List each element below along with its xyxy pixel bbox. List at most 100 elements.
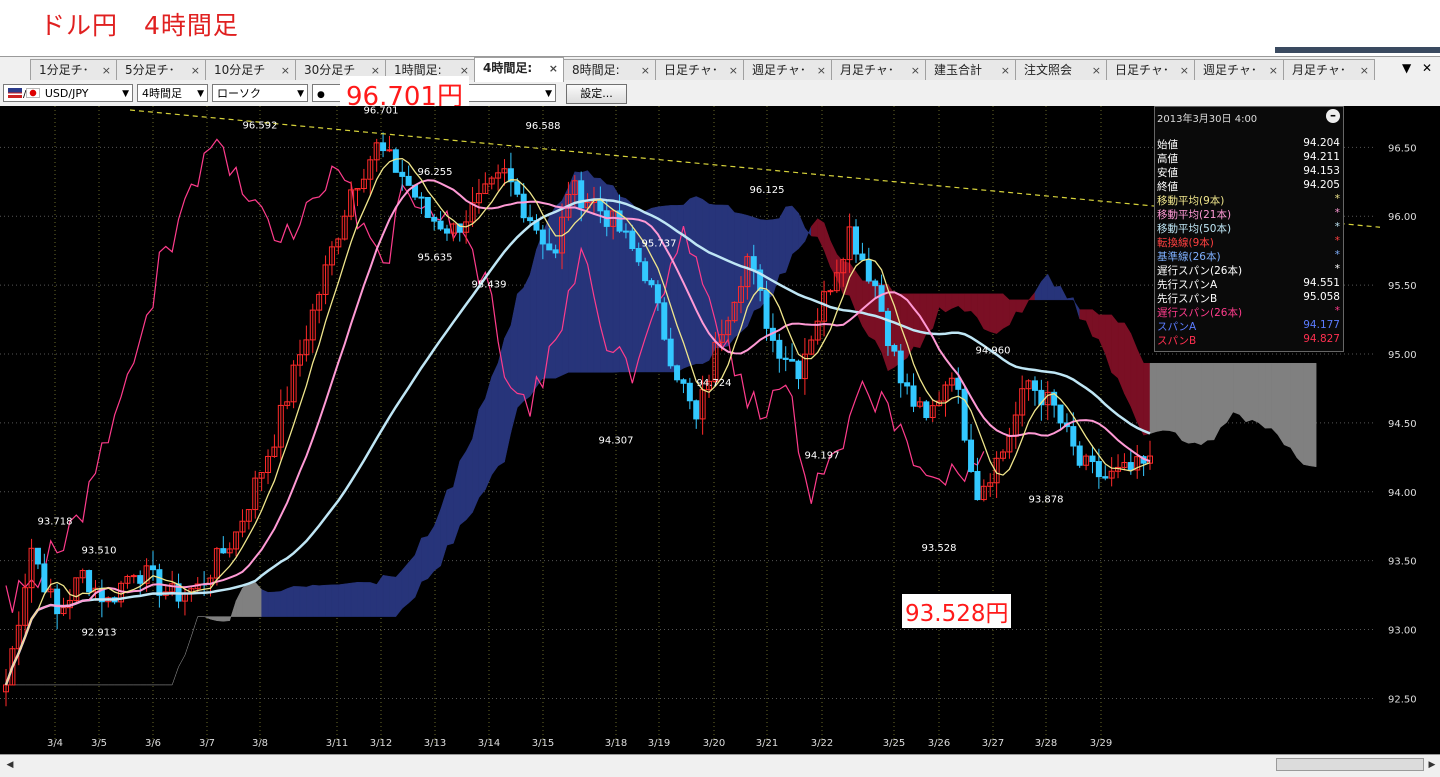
- tab-2[interactable]: 5分足チ･ ×: [116, 59, 206, 80]
- candle-body: [776, 339, 783, 359]
- candle-body: [782, 357, 789, 360]
- chart-type-select[interactable]: ローソク ▼: [212, 84, 308, 102]
- info-label: 移動平均(50本): [1157, 223, 1232, 235]
- ichimoku-cloud-segment: [1105, 314, 1112, 373]
- tab-close-icon[interactable]: ×: [102, 60, 111, 80]
- ichimoku-cloud-segment: [1309, 362, 1317, 468]
- ichimoku-cloud-segment: [414, 537, 422, 598]
- ichimoku-cloud-segment: [1066, 297, 1074, 301]
- ichimoku-cloud-segment: [836, 253, 844, 295]
- tab-14[interactable]: 週足チャ･ ×: [1194, 59, 1284, 80]
- candle-body: [629, 230, 636, 249]
- info-row: 移動平均(50本) *: [1157, 221, 1340, 235]
- info-row: 先行スパンB 95.058: [1157, 291, 1340, 305]
- candle-body: [41, 563, 48, 593]
- ichimoku-cloud-segment: [958, 293, 965, 313]
- ichimoku-cloud-segment: [913, 293, 921, 349]
- tab-3[interactable]: 10分足チ ×: [205, 59, 296, 80]
- ichimoku-cloud-segment: [689, 196, 697, 367]
- currency-pair-label: USD/JPY: [44, 87, 89, 100]
- ichimoku-cloud-segment: [811, 217, 818, 237]
- candle-body: [597, 199, 604, 212]
- x-tick-label: 3/27: [982, 738, 1004, 749]
- tab-12[interactable]: 注文照会 ×: [1015, 59, 1107, 80]
- x-tick-label: 3/8: [252, 738, 268, 749]
- candle-body: [693, 400, 700, 420]
- settings-button[interactable]: 設定...: [566, 84, 627, 104]
- tab-label: 日足チャ･: [1115, 63, 1169, 77]
- candle-body: [795, 360, 802, 380]
- tab-7[interactable]: 8時間足: ×: [563, 59, 656, 80]
- price-annotation: 96.592: [243, 121, 278, 132]
- tab-close-icon[interactable]: ×: [549, 58, 558, 79]
- tab-close-icon[interactable]: ×: [191, 60, 200, 80]
- scroll-left-icon[interactable]: ◀: [2, 757, 18, 773]
- info-value: *: [1334, 207, 1340, 219]
- tab-close-icon[interactable]: ×: [911, 60, 920, 80]
- tab-close-icon[interactable]: ×: [1092, 60, 1101, 80]
- currency-pair-select[interactable]: / USD/JPY ▼: [3, 84, 133, 102]
- tab-9[interactable]: 週足チャ･ ×: [743, 59, 832, 80]
- tab-close-icon[interactable]: ×: [1180, 60, 1189, 80]
- ichimoku-cloud-segment: [1194, 362, 1202, 446]
- info-value: 94.204: [1303, 137, 1340, 149]
- ichimoku-cloud-segment: [1245, 362, 1253, 423]
- ichimoku-cloud-segment: [491, 362, 499, 476]
- horizontal-scrollbar[interactable]: ◀ ▶: [0, 754, 1440, 777]
- ichimoku-cloud-segment: [1258, 362, 1266, 429]
- candle-body: [1127, 462, 1134, 471]
- ichimoku-cloud-segment: [1098, 314, 1106, 354]
- ichimoku-cloud-segment: [235, 588, 243, 617]
- candle-body: [546, 243, 553, 251]
- timeframe-select[interactable]: 4時間足 ▼: [137, 84, 208, 102]
- japan-flag-icon: [26, 88, 41, 98]
- ichimoku-cloud-segment: [293, 586, 301, 617]
- tab-close-icon[interactable]: ×: [817, 60, 826, 80]
- ichimoku-cloud-segment: [331, 584, 339, 617]
- tab-6[interactable]: 4時間足: ×: [474, 57, 564, 82]
- tab-close-icon[interactable]: ×: [281, 60, 290, 80]
- ichimoku-cloud-segment: [280, 588, 288, 617]
- tab-15[interactable]: 月足チャ･ ×: [1283, 59, 1375, 80]
- ichimoku-cloud-segment: [798, 213, 806, 250]
- ichimoku-cloud-segment: [1181, 362, 1189, 444]
- ichimoku-cloud-segment: [1277, 362, 1285, 446]
- tab-close-icon[interactable]: ×: [1269, 60, 1278, 80]
- tab-11[interactable]: 建玉合計 ×: [925, 59, 1016, 80]
- tab-13[interactable]: 日足チャ･ ×: [1106, 59, 1195, 80]
- page-title: ドル円 4時間足: [40, 11, 239, 40]
- ichimoku-cloud-segment: [1168, 362, 1176, 433]
- ichimoku-cloud-segment: [274, 591, 282, 617]
- ichimoku-cloud-segment: [1034, 280, 1042, 301]
- tab-1[interactable]: 1分足チ･ ×: [30, 59, 117, 80]
- ichimoku-cloud-segment: [223, 616, 230, 622]
- price-annotation: 96.125: [750, 185, 785, 196]
- tab-menu-icon[interactable]: ▼: [1402, 61, 1411, 75]
- ichimoku-cloud-segment: [791, 205, 799, 255]
- ichimoku-cloud-segment: [951, 293, 959, 309]
- candle-body: [968, 439, 975, 472]
- tab-close-icon[interactable]: ×: [1001, 60, 1010, 80]
- candle-body: [137, 575, 144, 584]
- info-value: *: [1334, 235, 1340, 247]
- tab-close-icon[interactable]: ×: [729, 60, 738, 80]
- y-tick-label: 94.50: [1388, 419, 1417, 430]
- ichimoku-cloud-segment: [1092, 309, 1100, 340]
- ichimoku-cloud-segment: [178, 654, 186, 667]
- price-annotation: 94.197: [805, 451, 840, 462]
- ichimoku-cloud-segment: [446, 486, 454, 546]
- candle-body: [1076, 445, 1083, 466]
- tab-close-icon[interactable]: ×: [1360, 60, 1369, 80]
- tab-close-icon[interactable]: ×: [641, 60, 650, 80]
- collapse-icon[interactable]: –: [1326, 109, 1340, 123]
- scrollbar-thumb[interactable]: [1276, 758, 1424, 771]
- y-tick-label: 94.00: [1388, 488, 1417, 499]
- tab-label: 建玉合計: [934, 63, 983, 77]
- scroll-right-icon[interactable]: ▶: [1424, 757, 1440, 773]
- ichimoku-cloud-segment: [977, 293, 985, 330]
- ichimoku-cloud-segment: [357, 581, 365, 617]
- close-window-icon[interactable]: ✕: [1422, 61, 1432, 75]
- ichimoku-cloud-segment: [945, 293, 953, 313]
- tab-10[interactable]: 月足チャ･ ×: [831, 59, 926, 80]
- tab-8[interactable]: 日足チャ･ ×: [655, 59, 744, 80]
